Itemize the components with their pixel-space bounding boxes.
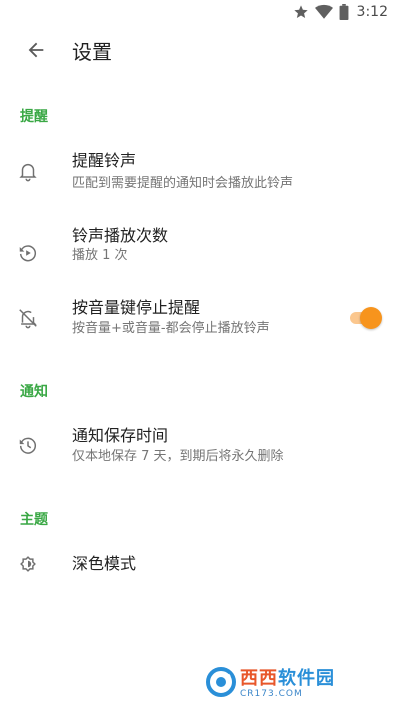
setting-item-ring-count[interactable]: 铃声播放次数 播放 1 次 <box>0 223 400 293</box>
setting-title: 通知保存时间 <box>72 426 169 445</box>
status-bar: 3:12 <box>0 0 400 24</box>
section-header-theme: 主题 <box>20 512 48 528</box>
back-button[interactable] <box>12 28 60 76</box>
watermark-brand: 西西软件园 <box>240 667 335 689</box>
setting-item-notification-retention[interactable]: 通知保存时间 仅本地保存 7 天，到期后将永久删除 <box>0 424 400 494</box>
watermark-url: CR173.COM <box>240 688 303 699</box>
setting-subtitle: 按音量+或音量-都会停止播放铃声 <box>72 321 270 336</box>
battery-icon <box>339 4 349 20</box>
bell-icon <box>16 159 40 183</box>
watermark-brand-rest: 软件园 <box>278 667 335 689</box>
setting-item-reminder-ringtone[interactable]: 提醒铃声 匹配到需要提醒的通知时会播放此铃声 <box>0 140 400 210</box>
page-title: 设置 <box>72 40 112 64</box>
replay-icon <box>16 241 40 265</box>
setting-title: 按音量键停止提醒 <box>72 298 201 317</box>
setting-item-dark-mode[interactable]: 深色模式 <box>0 540 400 590</box>
setting-subtitle: 匹配到需要提醒的通知时会播放此铃声 <box>72 176 294 191</box>
watermark: 西西软件园 CR173.COM <box>206 666 386 702</box>
setting-title: 深色模式 <box>72 554 137 573</box>
watermark-text: 西西软件园 CR173.COM <box>240 667 335 699</box>
setting-subtitle: 仅本地保存 7 天，到期后将永久删除 <box>72 449 284 464</box>
setting-item-volume-key-stop[interactable]: 按音量键停止提醒 按音量+或音量-都会停止播放铃声 <box>0 296 400 366</box>
section-header-reminder: 提醒 <box>20 109 48 125</box>
theme-gear-icon <box>16 552 40 576</box>
setting-subtitle: 播放 1 次 <box>72 248 128 263</box>
setting-title: 提醒铃声 <box>72 151 137 170</box>
app-bar: 设置 <box>0 24 400 80</box>
volume-key-stop-toggle[interactable] <box>348 306 382 330</box>
history-icon <box>16 433 40 457</box>
bell-off-icon <box>16 306 40 330</box>
arrow-back-icon <box>25 39 47 65</box>
section-header-notification: 通知 <box>20 384 48 400</box>
watermark-brand-highlight: 西西 <box>240 667 278 689</box>
toggle-thumb <box>360 307 382 329</box>
status-time: 3:12 <box>356 4 388 20</box>
star-icon <box>293 4 309 20</box>
setting-title: 铃声播放次数 <box>72 226 169 245</box>
wifi-icon <box>314 4 333 20</box>
watermark-logo-icon <box>206 667 236 701</box>
